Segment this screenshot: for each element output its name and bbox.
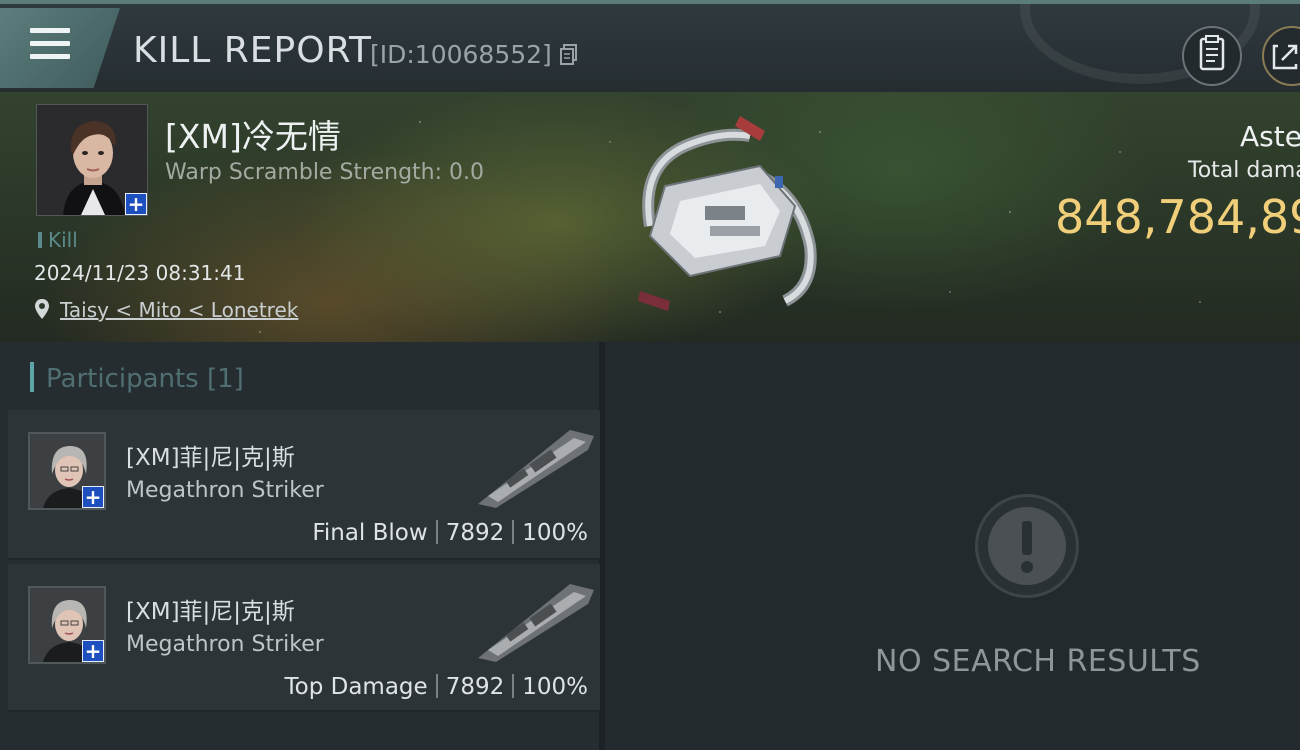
participant-portrait[interactable]: + [28, 432, 106, 510]
participants-panel: Participants [1] + [XM]菲|尼|克|斯 Megathron… [0, 342, 605, 750]
menu-icon[interactable] [30, 28, 70, 60]
participant-damage: 7892 [445, 674, 505, 700]
participant-ship: Megathron Striker [126, 632, 324, 657]
participant-ship-image [478, 584, 594, 662]
stat-divider [512, 520, 515, 544]
participant-name: [XM]菲|尼|克|斯 [126, 445, 295, 471]
participant-stats: Final Blow 7892 100% [312, 520, 588, 546]
stat-divider [435, 674, 438, 698]
share-icon [1272, 44, 1298, 70]
copy-icon[interactable] [560, 44, 578, 66]
participant-name: [XM]菲|尼|克|斯 [126, 599, 295, 625]
kill-timestamp: 2024/11/23 08:31:41 [34, 261, 246, 285]
kill-summary-banner: + [XM]冷无情 Warp Scramble Strength: 0.0 Ki… [0, 92, 1300, 342]
stat-divider [435, 520, 438, 544]
participant-percent: 100% [522, 674, 588, 700]
results-panel: NO SEARCH RESULTS [605, 342, 1300, 750]
add-contact-icon[interactable]: + [125, 193, 147, 215]
top-bar: KILL REPORT [ID:10068552] [0, 0, 1300, 92]
participant-tag: Final Blow [312, 520, 428, 546]
total-damage-label: Total dama [1188, 158, 1300, 183]
victim-ship-image [638, 116, 817, 311]
clipboard-icon [1199, 35, 1225, 71]
participant-damage: 7892 [445, 520, 505, 546]
warp-scramble-strength: Warp Scramble Strength: 0.0 [165, 160, 485, 185]
alert-icon [975, 494, 1079, 598]
participant-row[interactable]: + [XM]菲|尼|克|斯 Megathron Striker Final Bl… [8, 410, 600, 560]
report-id: [ID:10068552] [370, 40, 552, 69]
participant-tag: Top Damage [284, 674, 428, 700]
kill-tag: Kill [38, 228, 78, 252]
participants-header: Participants [1] [30, 362, 244, 394]
participant-portrait[interactable]: + [28, 586, 106, 664]
page-title: KILL REPORT [133, 30, 372, 71]
share-button[interactable] [1262, 26, 1300, 86]
location-pin-icon [35, 299, 49, 319]
add-contact-icon[interactable]: + [82, 640, 104, 662]
participant-ship-image [478, 430, 594, 508]
victim-portrait[interactable]: + [36, 104, 148, 216]
participant-percent: 100% [522, 520, 588, 546]
no-results-message: NO SEARCH RESULTS [875, 644, 1201, 679]
clipboard-button[interactable] [1182, 26, 1242, 86]
participant-ship: Megathron Striker [126, 478, 324, 503]
participants-title: Participants [1] [46, 364, 244, 394]
victim-name: [XM]冷无情 [165, 117, 341, 156]
add-contact-icon[interactable]: + [82, 486, 104, 508]
section-accent-bar [30, 362, 34, 392]
participant-stats: Top Damage 7892 100% [284, 674, 588, 700]
kill-location-link[interactable]: Taisy < Mito < Lonetrek [60, 298, 298, 322]
victim-ship-class: Aste [1240, 120, 1300, 153]
participant-row[interactable]: + [XM]菲|尼|克|斯 Megathron Striker Top Dama… [8, 564, 600, 712]
total-damage-value: 848,784,89 [1055, 190, 1300, 244]
stat-divider [512, 674, 515, 698]
